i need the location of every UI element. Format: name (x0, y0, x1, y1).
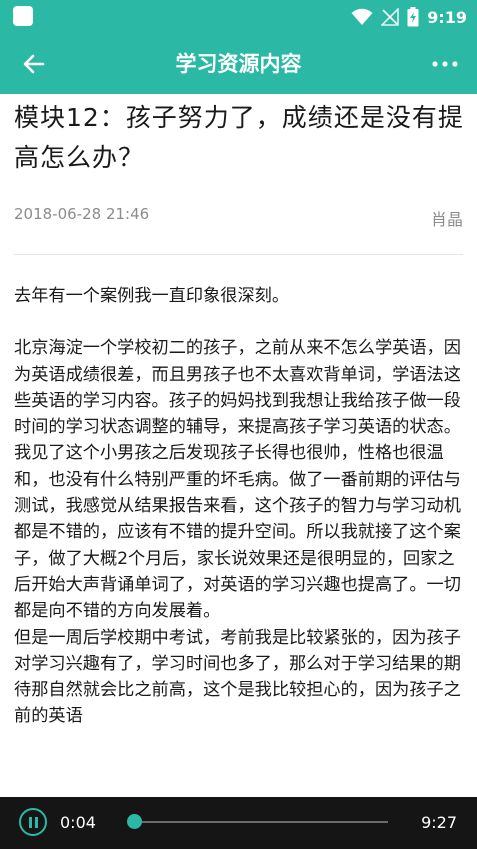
progress-track[interactable] (130, 821, 388, 823)
app-bar: 学习资源内容 (0, 34, 477, 94)
article-paragraph: 但是一周后学校期中考试，考前我是比较紧张的，因为孩子对学习兴趣有了，学习时间也多… (14, 627, 461, 727)
more-horizontal-icon (432, 61, 458, 67)
audio-player: 0:04 9:27 (0, 797, 477, 849)
article-paragraph: 北京海淀一个学校初二的孩子，之前从来不怎么学英语，因为英语成绩很差，而且男孩子也… (14, 338, 461, 622)
app-screen: 9:19 学习资源内容 模块12：孩子努力了，成绩还是没有提高怎么办？ 2018… (0, 0, 477, 849)
no-signal-icon (381, 8, 400, 26)
article-author: 肖晶 (430, 210, 463, 229)
total-time: 9:27 (421, 813, 457, 832)
status-right: 9:19 (351, 0, 467, 34)
status-bar: 9:19 (0, 0, 477, 34)
current-time: 0:04 (60, 813, 96, 832)
pause-icon (29, 817, 32, 828)
article-paragraph: 去年有一个案例我一直印象很深刻。 (14, 286, 290, 306)
notification-icon (13, 6, 33, 26)
article-date: 2018-06-28 21:46 (14, 205, 150, 223)
pause-button[interactable] (19, 808, 47, 836)
page-title: 学习资源内容 (175, 52, 302, 76)
article-title: 模块12：孩子努力了，成绩还是没有提高怎么办？ (14, 103, 464, 172)
article-content[interactable]: 去年有一个案例我一直印象很深刻。 北京海淀一个学校初二的孩子，之前从来不怎么学英… (14, 283, 466, 796)
status-time: 9:19 (427, 7, 467, 27)
wifi-icon (351, 8, 373, 25)
pause-icon (35, 817, 38, 828)
divider (14, 254, 463, 255)
battery-charging-icon (407, 7, 419, 27)
more-button[interactable] (429, 48, 461, 80)
seek-thumb[interactable] (127, 814, 143, 829)
